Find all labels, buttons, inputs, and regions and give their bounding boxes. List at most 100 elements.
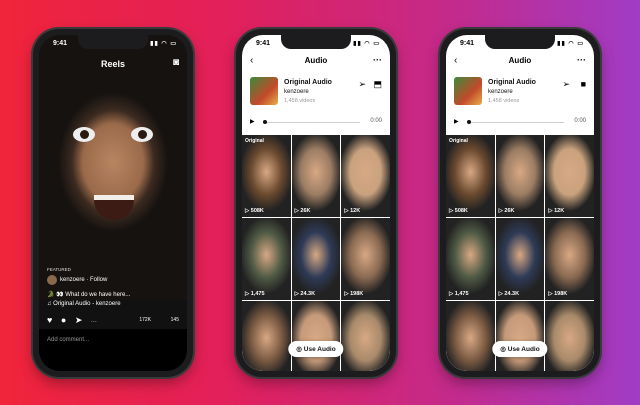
grid-reel[interactable]	[446, 301, 495, 371]
status-time: 9:41	[53, 40, 68, 47]
duration: 0:00	[370, 118, 382, 124]
reel-video[interactable]	[39, 35, 187, 300]
grid-reel[interactable]: ▷ 1,475	[242, 218, 291, 300]
comment-bar: Add comment...	[39, 329, 187, 371]
grid-reel[interactable]: ▷ 26K	[291, 135, 341, 217]
reels-screen: 9:41 ▮▮ ◠ ▭ Reels ◙ FEATURED kenzoere · …	[39, 35, 187, 371]
play-count: ▷ 508K	[449, 208, 468, 214]
comment-input[interactable]: Add comment...	[47, 337, 89, 343]
send-icon[interactable]: ➢	[562, 79, 570, 90]
audio-screen: 9:41 ▮▮ ◠ ▭ ‹ Audio ··· Original Audio k…	[446, 35, 594, 371]
video-count: 1,458 videos	[284, 98, 316, 104]
grid-reel[interactable]: ▷ 1,475	[446, 218, 495, 300]
eye	[73, 127, 95, 142]
mouth	[94, 195, 134, 220]
grid-reel[interactable]: ▷ 24.3K	[291, 218, 341, 300]
status-icons: ▮▮ ◠ ▭	[150, 41, 177, 47]
bookmark-filled-icon[interactable]: ■	[581, 79, 586, 89]
more-icon[interactable]: ···	[373, 55, 382, 65]
audio-thumbnail	[454, 77, 482, 105]
grid-reel[interactable]	[495, 301, 545, 371]
username-follow[interactable]: kenzoere · Follow	[60, 277, 107, 283]
phone-audio: 9:41 ▮▮ ◠ ▭ ‹ Audio ··· Original Audio k…	[236, 29, 396, 377]
heart-icon[interactable]: ♥	[47, 315, 52, 325]
more-icon[interactable]: ···	[577, 55, 586, 65]
play-count: ▷ 24.3K	[498, 291, 520, 297]
duration: 0:00	[574, 118, 586, 124]
grid-reel[interactable]	[242, 301, 291, 371]
play-icon[interactable]: ▶	[454, 118, 459, 125]
comment-icon[interactable]: ●	[61, 315, 66, 325]
grid-reel[interactable]: ▷ 198K	[545, 218, 594, 300]
grid-reel[interactable]: ▷ 24.3K	[495, 218, 545, 300]
status-icons: ▮▮ ◠ ▭	[557, 41, 584, 47]
grid-reel[interactable]: Original ▷ 508K	[242, 135, 291, 217]
audio-name: Original Audio	[488, 79, 536, 86]
play-count: ▷ 12K	[344, 208, 361, 214]
grid-reel[interactable]: Original ▷ 508K	[446, 135, 495, 217]
original-tag: Original	[245, 138, 264, 144]
audio-header: ‹ Audio ···	[242, 55, 390, 71]
reel-author: kenzoere · Follow	[47, 275, 179, 285]
grid-reel[interactable]	[545, 301, 594, 371]
more-icon[interactable]: ···	[91, 319, 97, 325]
play-count: ▷ 1,475	[245, 291, 265, 297]
use-audio-button[interactable]: ◎ Use Audio	[492, 341, 548, 357]
page-title: Audio	[508, 56, 532, 65]
play-count: ▷ 508K	[245, 208, 264, 214]
bookmark-icon[interactable]: ⬒	[373, 79, 382, 90]
avatar[interactable]	[47, 275, 57, 285]
progress-handle[interactable]	[467, 120, 471, 124]
status-time: 9:41	[256, 40, 271, 47]
status-time: 9:41	[460, 40, 475, 47]
audio-thumbnail	[250, 77, 278, 105]
audio-player: ▶ 0:00	[250, 117, 382, 127]
play-count: ▷ 198K	[344, 291, 364, 297]
audio-screen: 9:41 ▮▮ ◠ ▭ ‹ Audio ··· Original Audio k…	[242, 35, 390, 371]
grid-reel[interactable]: ▷ 12K	[545, 135, 594, 217]
send-icon[interactable]: ➢	[358, 79, 366, 90]
play-icon[interactable]: ▶	[250, 118, 255, 125]
reels-grid: Original ▷ 508K ▷ 26K ▷ 12K ▷ 1,475 ▷ 24.3K ▷ …	[446, 135, 594, 371]
like-count: 172K	[139, 317, 151, 323]
grid-reel[interactable]: ▷ 26K	[495, 135, 545, 217]
reel-actions: ♥ ● ➤ ··· 172K 145	[47, 315, 179, 326]
phone-audio-saved: 9:41 ▮▮ ◠ ▭ ‹ Audio ··· Original Audio k…	[440, 29, 600, 377]
play-count: ▷ 26K	[294, 208, 311, 214]
progress-track[interactable]	[264, 122, 360, 123]
grid-reel[interactable]: ▷ 12K	[341, 135, 390, 217]
use-audio-label: Use Audio	[507, 346, 540, 353]
status-icons: ▮▮ ◠ ▭	[353, 41, 380, 47]
play-count: ▷ 198K	[548, 291, 568, 297]
play-count: ▷ 24.3K	[294, 291, 316, 297]
use-audio-button[interactable]: ◎ Use Audio	[288, 341, 344, 357]
eye	[131, 127, 153, 142]
grid-reel[interactable]	[291, 301, 341, 371]
page-title: Audio	[304, 56, 328, 65]
reels-grid: Original ▷ 508K ▷ 26K ▷ 12K ▷ 1,475 ▷ 24.3K ▷ …	[242, 135, 390, 371]
featured-label: FEATURED	[47, 267, 71, 272]
send-icon[interactable]: ➤	[75, 315, 83, 325]
video-count: 1,458 videos	[488, 98, 520, 104]
audio-user[interactable]: kenzoere	[488, 89, 513, 95]
use-audio-label: Use Audio	[303, 346, 336, 353]
notch	[281, 35, 351, 49]
grid-reel[interactable]: ▷ 198K	[341, 218, 390, 300]
progress-track[interactable]	[468, 122, 564, 123]
original-tag: Original	[449, 138, 468, 144]
audio-user[interactable]: kenzoere	[284, 89, 309, 95]
audio-player: ▶ 0:00	[454, 117, 586, 127]
progress-handle[interactable]	[263, 120, 267, 124]
page-title: Reels	[100, 59, 126, 69]
reel-caption: 🐊 👀 What do we have here...	[47, 292, 131, 298]
play-count: ▷ 26K	[498, 208, 515, 214]
reel-audio-link[interactable]: ♫ Original Audio - kenzoere	[47, 301, 179, 307]
grid-reel[interactable]	[341, 301, 390, 371]
play-count: ▷ 12K	[548, 208, 565, 214]
audio-header: ‹ Audio ···	[446, 55, 594, 71]
play-count: ▷ 1,475	[449, 291, 469, 297]
notch	[78, 35, 148, 49]
audio-name: Original Audio	[284, 79, 332, 86]
phone-reels: 9:41 ▮▮ ◠ ▭ Reels ◙ FEATURED kenzoere · …	[33, 29, 193, 377]
camera-icon[interactable]: ◙	[173, 57, 179, 68]
